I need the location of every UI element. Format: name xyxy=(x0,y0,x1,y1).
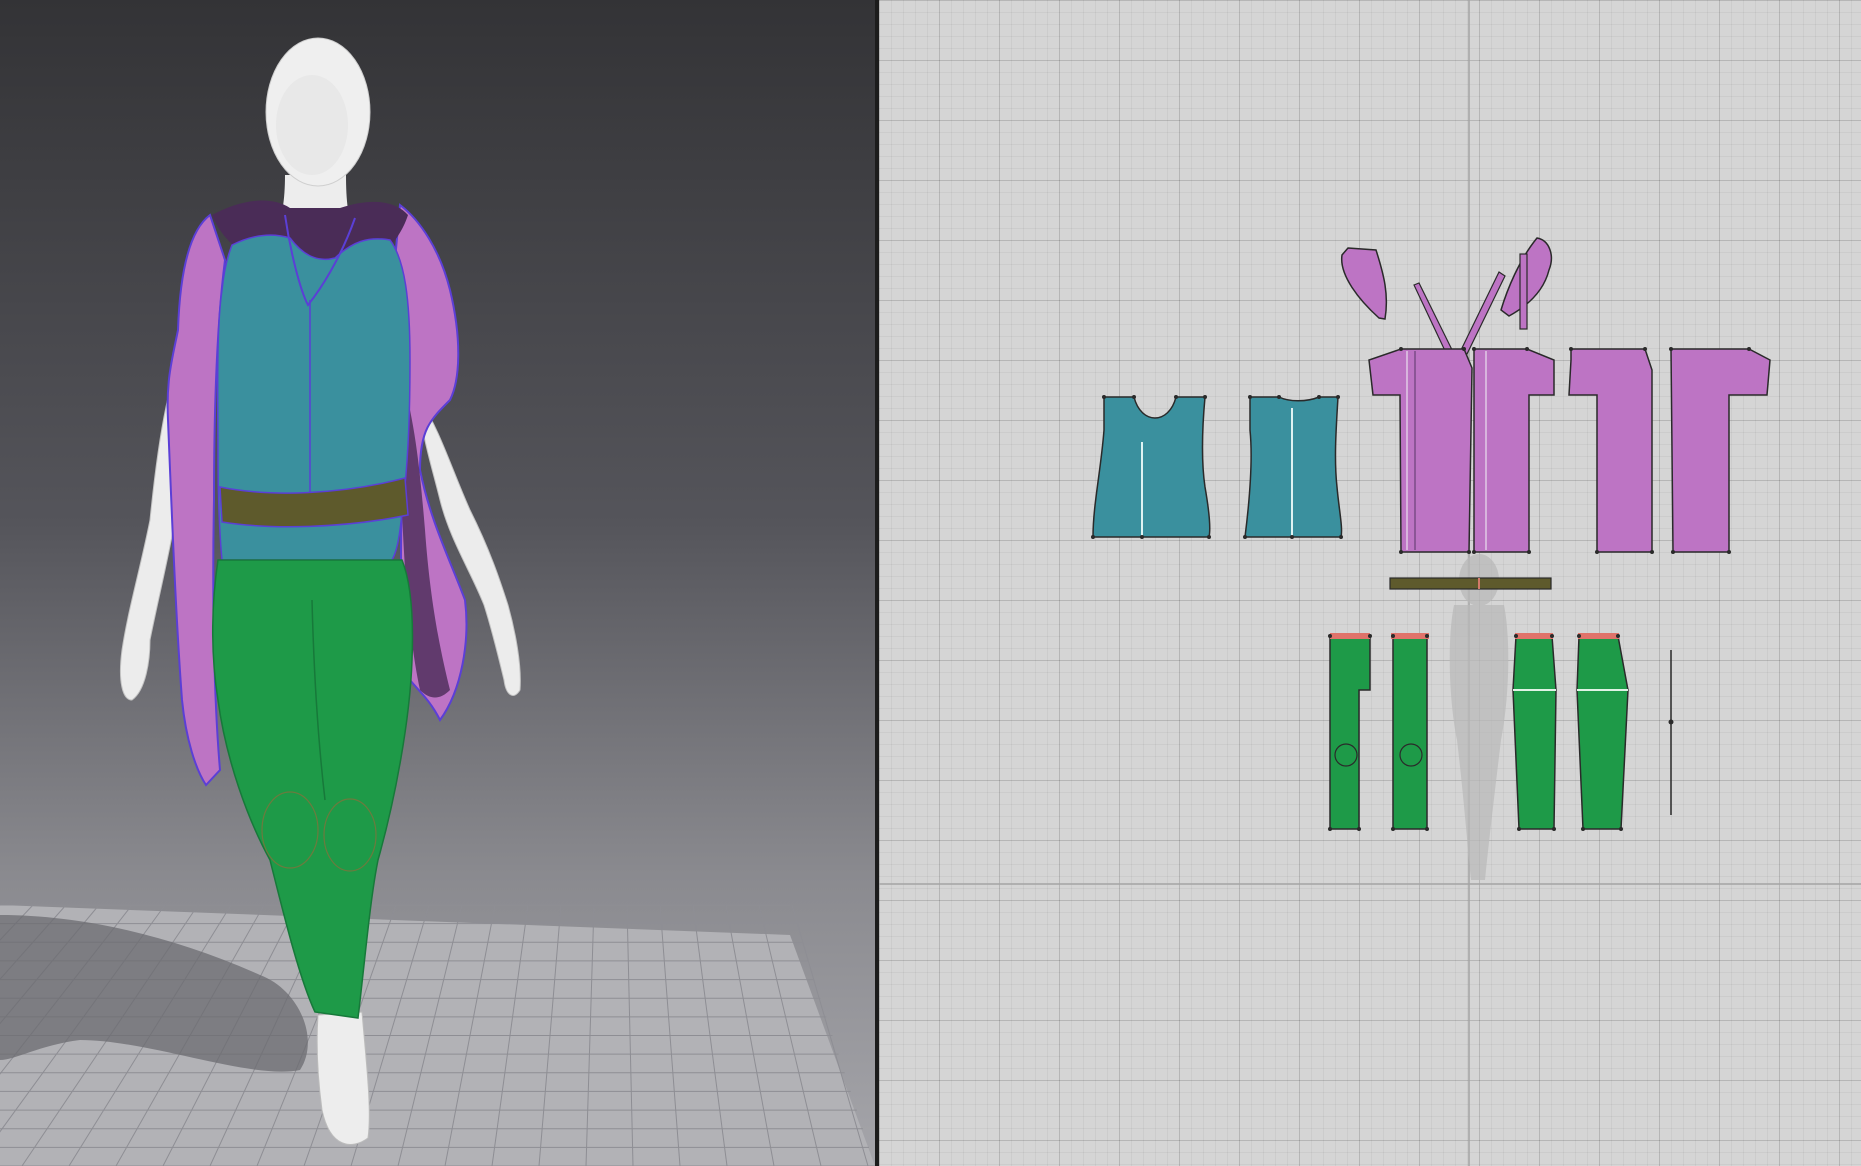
control-point[interactable] xyxy=(1525,347,1529,351)
jacket-sleeve-left[interactable] xyxy=(1568,348,1653,553)
pants-back-left[interactable] xyxy=(1512,633,1557,830)
control-point[interactable] xyxy=(1747,347,1751,351)
control-point[interactable] xyxy=(1243,535,1247,539)
avatar-silhouette xyxy=(1449,554,1509,880)
control-point[interactable] xyxy=(1727,550,1731,554)
measure-line[interactable] xyxy=(1668,650,1674,815)
control-point[interactable] xyxy=(1467,550,1471,554)
control-point[interactable] xyxy=(1581,827,1585,831)
control-point[interactable] xyxy=(1391,827,1395,831)
jacket-collar-strip-2[interactable] xyxy=(1460,271,1506,355)
control-point[interactable] xyxy=(1203,395,1207,399)
shirt-back-piece[interactable] xyxy=(1244,396,1343,538)
control-point[interactable] xyxy=(1132,395,1136,399)
control-point[interactable] xyxy=(1277,395,1281,399)
pants-back-right[interactable] xyxy=(1576,633,1629,830)
control-point[interactable] xyxy=(1472,550,1476,554)
control-point[interactable] xyxy=(1140,535,1144,539)
jacket-right-panel[interactable] xyxy=(166,213,227,787)
jacket-sleeve-right[interactable] xyxy=(1670,348,1771,553)
control-point[interactable] xyxy=(1328,634,1332,638)
control-point[interactable] xyxy=(1174,395,1178,399)
control-point[interactable] xyxy=(1336,395,1340,399)
control-point[interactable] xyxy=(1317,395,1321,399)
control-point[interactable] xyxy=(1091,535,1095,539)
control-point[interactable] xyxy=(1616,634,1620,638)
belt-piece[interactable] xyxy=(1389,577,1552,590)
control-point[interactable] xyxy=(1650,550,1654,554)
3d-viewport[interactable] xyxy=(0,0,875,1166)
2d-pattern-viewport[interactable] xyxy=(879,0,1861,1166)
control-point[interactable] xyxy=(1102,395,1106,399)
control-point[interactable] xyxy=(1328,827,1332,831)
control-point[interactable] xyxy=(1368,634,1372,638)
control-point[interactable] xyxy=(1514,634,1518,638)
control-point[interactable] xyxy=(1472,347,1476,351)
control-point[interactable] xyxy=(1577,634,1581,638)
clo-workspace xyxy=(0,0,1861,1166)
pants-front-right[interactable] xyxy=(1391,633,1429,830)
control-point[interactable] xyxy=(1399,550,1403,554)
control-point[interactable] xyxy=(1643,347,1647,351)
3d-scene[interactable] xyxy=(0,0,875,1166)
control-point[interactable] xyxy=(1425,634,1429,638)
pants-front-left[interactable] xyxy=(1329,633,1371,830)
jacket-hood-left[interactable] xyxy=(1341,247,1388,320)
control-point[interactable] xyxy=(1595,550,1599,554)
control-point[interactable] xyxy=(1550,634,1554,638)
control-point[interactable] xyxy=(1425,827,1429,831)
control-point[interactable] xyxy=(1391,634,1395,638)
control-point[interactable] xyxy=(1290,535,1294,539)
control-point[interactable] xyxy=(1671,550,1675,554)
pattern-canvas[interactable] xyxy=(879,0,1861,1166)
control-point[interactable] xyxy=(1517,827,1521,831)
jacket-collar-strip-3[interactable] xyxy=(1519,253,1528,330)
control-point[interactable] xyxy=(1357,827,1361,831)
control-point[interactable] xyxy=(1399,347,1403,351)
jacket-front-left[interactable] xyxy=(1368,348,1473,553)
control-point[interactable] xyxy=(1248,395,1252,399)
jacket-front-right[interactable] xyxy=(1473,348,1555,553)
control-point[interactable] xyxy=(1669,347,1673,351)
control-point[interactable] xyxy=(1619,827,1623,831)
control-point[interactable] xyxy=(1462,347,1466,351)
control-point[interactable] xyxy=(1207,535,1211,539)
control-point[interactable] xyxy=(1552,827,1556,831)
shirt-front-piece[interactable] xyxy=(1092,396,1211,538)
control-point[interactable] xyxy=(1527,550,1531,554)
control-point[interactable] xyxy=(1569,347,1573,351)
avatar-face-shade xyxy=(276,75,348,175)
control-point[interactable] xyxy=(1339,535,1343,539)
